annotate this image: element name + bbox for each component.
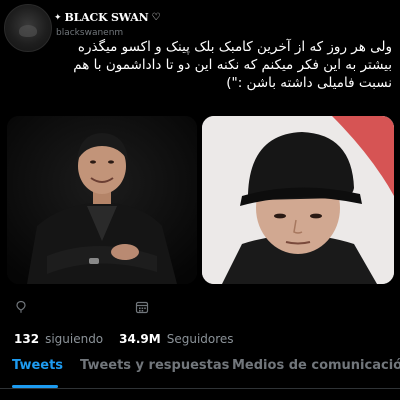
tweet-text: ولی هر روز که از آخرین کامبک بلک پینک و … <box>12 38 392 92</box>
tweet-photo-right[interactable] <box>202 116 394 284</box>
tweet-text-line: بیشتر به این فکر میکنم که نکنه این دو تا… <box>73 57 392 73</box>
tweet-photo-left[interactable] <box>7 116 197 284</box>
swan-icon: ✦ <box>54 12 62 23</box>
photo-icon <box>7 116 197 284</box>
heart-outline-icon: ♡ <box>151 12 161 23</box>
tab-media[interactable]: Medios de comunicación <box>232 358 400 373</box>
followers-count[interactable]: 34.9M <box>119 332 161 346</box>
user-handle[interactable]: blackswanenm <box>56 28 123 38</box>
tweet-text-line: ولی هر روز که از آخرین کامبک بلک پینک و … <box>77 39 392 55</box>
followers-label[interactable]: Seguidores <box>167 332 234 346</box>
follow-stats: 132 siguiendo 34.9M Seguidores <box>14 332 234 346</box>
balloon-icon <box>16 300 26 313</box>
tweet-text-line: نسبت فامیلی داشته باشن :") <box>226 75 392 91</box>
profile-tabs: Tweets Tweets y respuestas Medios de com… <box>0 348 400 388</box>
tab-tweets-and-replies[interactable]: Tweets y respuestas <box>80 358 229 373</box>
tweet-author-row: ✦ BLACK SWAN ♡ <box>54 11 160 24</box>
calendar-icon <box>135 301 149 314</box>
photo-icon <box>202 116 394 284</box>
tweet-card[interactable]: ✦ BLACK SWAN ♡ blackswanenm ولی هر روز ک… <box>0 0 400 296</box>
display-name[interactable]: BLACK SWAN <box>65 11 149 24</box>
following-count[interactable]: 132 <box>14 332 39 346</box>
tab-tweets[interactable]: Tweets <box>12 358 63 373</box>
tabs-divider <box>0 388 400 389</box>
following-label[interactable]: siguiendo <box>45 332 103 346</box>
